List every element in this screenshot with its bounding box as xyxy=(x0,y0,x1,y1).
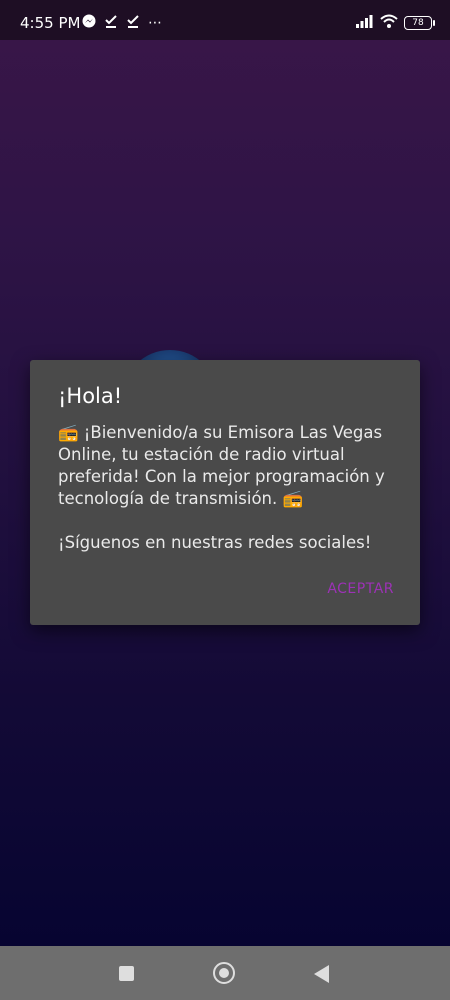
accept-button[interactable]: ACEPTAR xyxy=(327,581,394,597)
more-icon: ⋯ xyxy=(148,15,162,31)
system-status-icons: 78 xyxy=(356,13,435,32)
notification-icons: ⋯ xyxy=(82,14,162,32)
wifi-icon xyxy=(380,13,398,32)
status-time: 4:55 PM xyxy=(20,14,81,32)
battery-level: 78 xyxy=(412,17,424,28)
dialog-actions: ACEPTAR xyxy=(327,578,394,597)
dialog-message: 📻 ¡Bienvenido/a su Emisora Las Vegas Onl… xyxy=(58,423,385,552)
dialog-title: ¡Hola! xyxy=(58,384,123,408)
download-done-icon xyxy=(104,14,118,32)
navigation-bar xyxy=(0,946,450,1000)
recent-apps-button[interactable] xyxy=(119,966,134,981)
welcome-dialog: ¡Hola! 📻 ¡Bienvenido/a su Emisora Las Ve… xyxy=(30,360,420,625)
messenger-icon xyxy=(82,14,96,32)
status-bar: 4:55 PM ⋯ 78 xyxy=(0,0,450,40)
download-done-icon xyxy=(126,14,140,32)
home-button[interactable] xyxy=(213,962,235,984)
signal-icon xyxy=(356,13,374,32)
back-button[interactable] xyxy=(314,965,329,983)
battery-icon: 78 xyxy=(404,15,435,30)
